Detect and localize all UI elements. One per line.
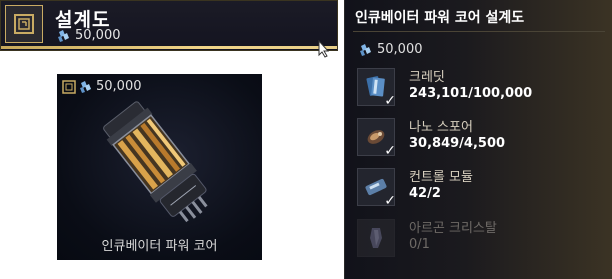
header-selection-underline <box>1 46 337 49</box>
blueprint-small-icon <box>62 79 76 94</box>
check-icon: ✓ <box>384 193 396 209</box>
material-item-control-module[interactable]: ✓ 컨트롤 모듈 42/2 <box>357 168 473 209</box>
recipe-panel: 인큐베이터 파워 코어 설계도 50,000 ✓ 크레딧 243,101/100… <box>344 0 612 279</box>
crystal-currency-icon <box>58 29 69 42</box>
material-quantity: 42/2 <box>409 186 441 201</box>
preview-item-name: 인큐베이터 파워 코어 <box>101 239 218 254</box>
recipe-cost: 50,000 <box>359 42 423 57</box>
material-item-nano-spore[interactable]: ✓ 나노 스포어 30,849/4,500 <box>357 118 506 159</box>
blueprint-icon <box>5 5 43 43</box>
recipe-cost-value: 50,000 <box>377 42 423 57</box>
title-divider <box>353 31 605 32</box>
material-quantity: 0/1 <box>409 237 430 252</box>
material-name: 나노 스포어 <box>409 120 473 135</box>
material-name: 컨트롤 모듈 <box>409 170 473 185</box>
header-cost-value: 50,000 <box>75 28 121 43</box>
argon-crystal-icon <box>357 219 395 257</box>
crystal-currency-icon <box>360 43 371 56</box>
mouse-cursor-icon <box>318 40 330 58</box>
material-quantity: 30,849/4,500 <box>409 136 506 151</box>
header-cost: 50,000 <box>57 28 121 43</box>
nano-spore-icon: ✓ <box>357 118 396 159</box>
recipe-title: 인큐베이터 파워 코어 설계도 <box>355 10 525 26</box>
material-name: 아르곤 크리스탈 <box>409 221 497 236</box>
material-item-credit[interactable]: ✓ 크레딧 243,101/100,000 <box>357 68 533 109</box>
check-icon: ✓ <box>384 93 396 109</box>
credit-cards-icon: ✓ <box>357 68 396 109</box>
material-quantity: 243,101/100,000 <box>409 86 533 101</box>
check-icon: ✓ <box>384 143 396 159</box>
blueprint-header[interactable]: 설계도 50,000 <box>0 0 338 51</box>
control-module-icon: ✓ <box>357 168 396 209</box>
power-core-tube-icon <box>103 101 208 223</box>
item-preview-card: 50,000 인큐베이터 파워 코어 <box>57 74 262 260</box>
material-item-argon-crystal[interactable]: 아르곤 크리스탈 0/1 <box>357 219 497 257</box>
material-name: 크레딧 <box>409 70 445 85</box>
